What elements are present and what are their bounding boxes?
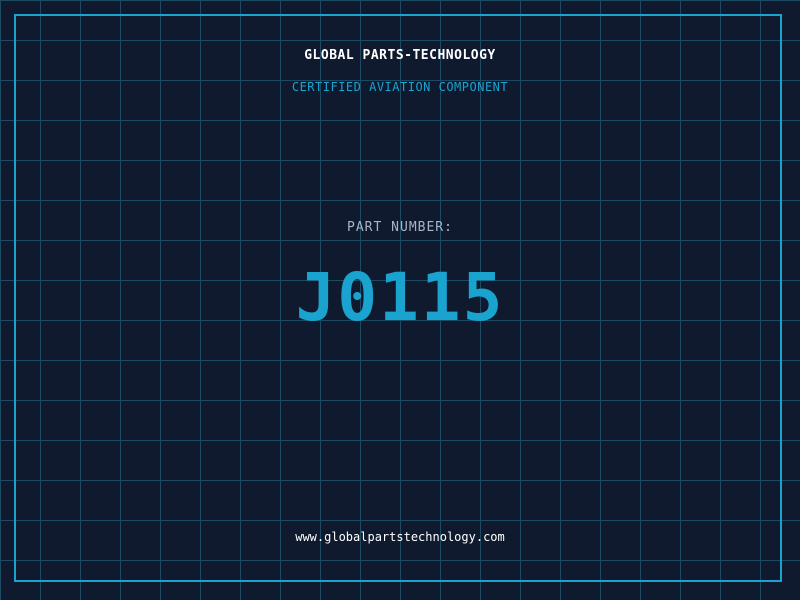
part-label-card: GLOBAL PARTS-TECHNOLOGY CERTIFIED AVIATI… — [0, 0, 800, 600]
company-name: GLOBAL PARTS-TECHNOLOGY — [304, 48, 496, 63]
certification-subtitle: CERTIFIED AVIATION COMPONENT — [291, 80, 509, 94]
part-number-value: J0115 — [295, 259, 505, 336]
part-number-label: PART NUMBER: — [347, 220, 453, 235]
website-url: www.globalpartstechnology.com — [295, 530, 505, 544]
